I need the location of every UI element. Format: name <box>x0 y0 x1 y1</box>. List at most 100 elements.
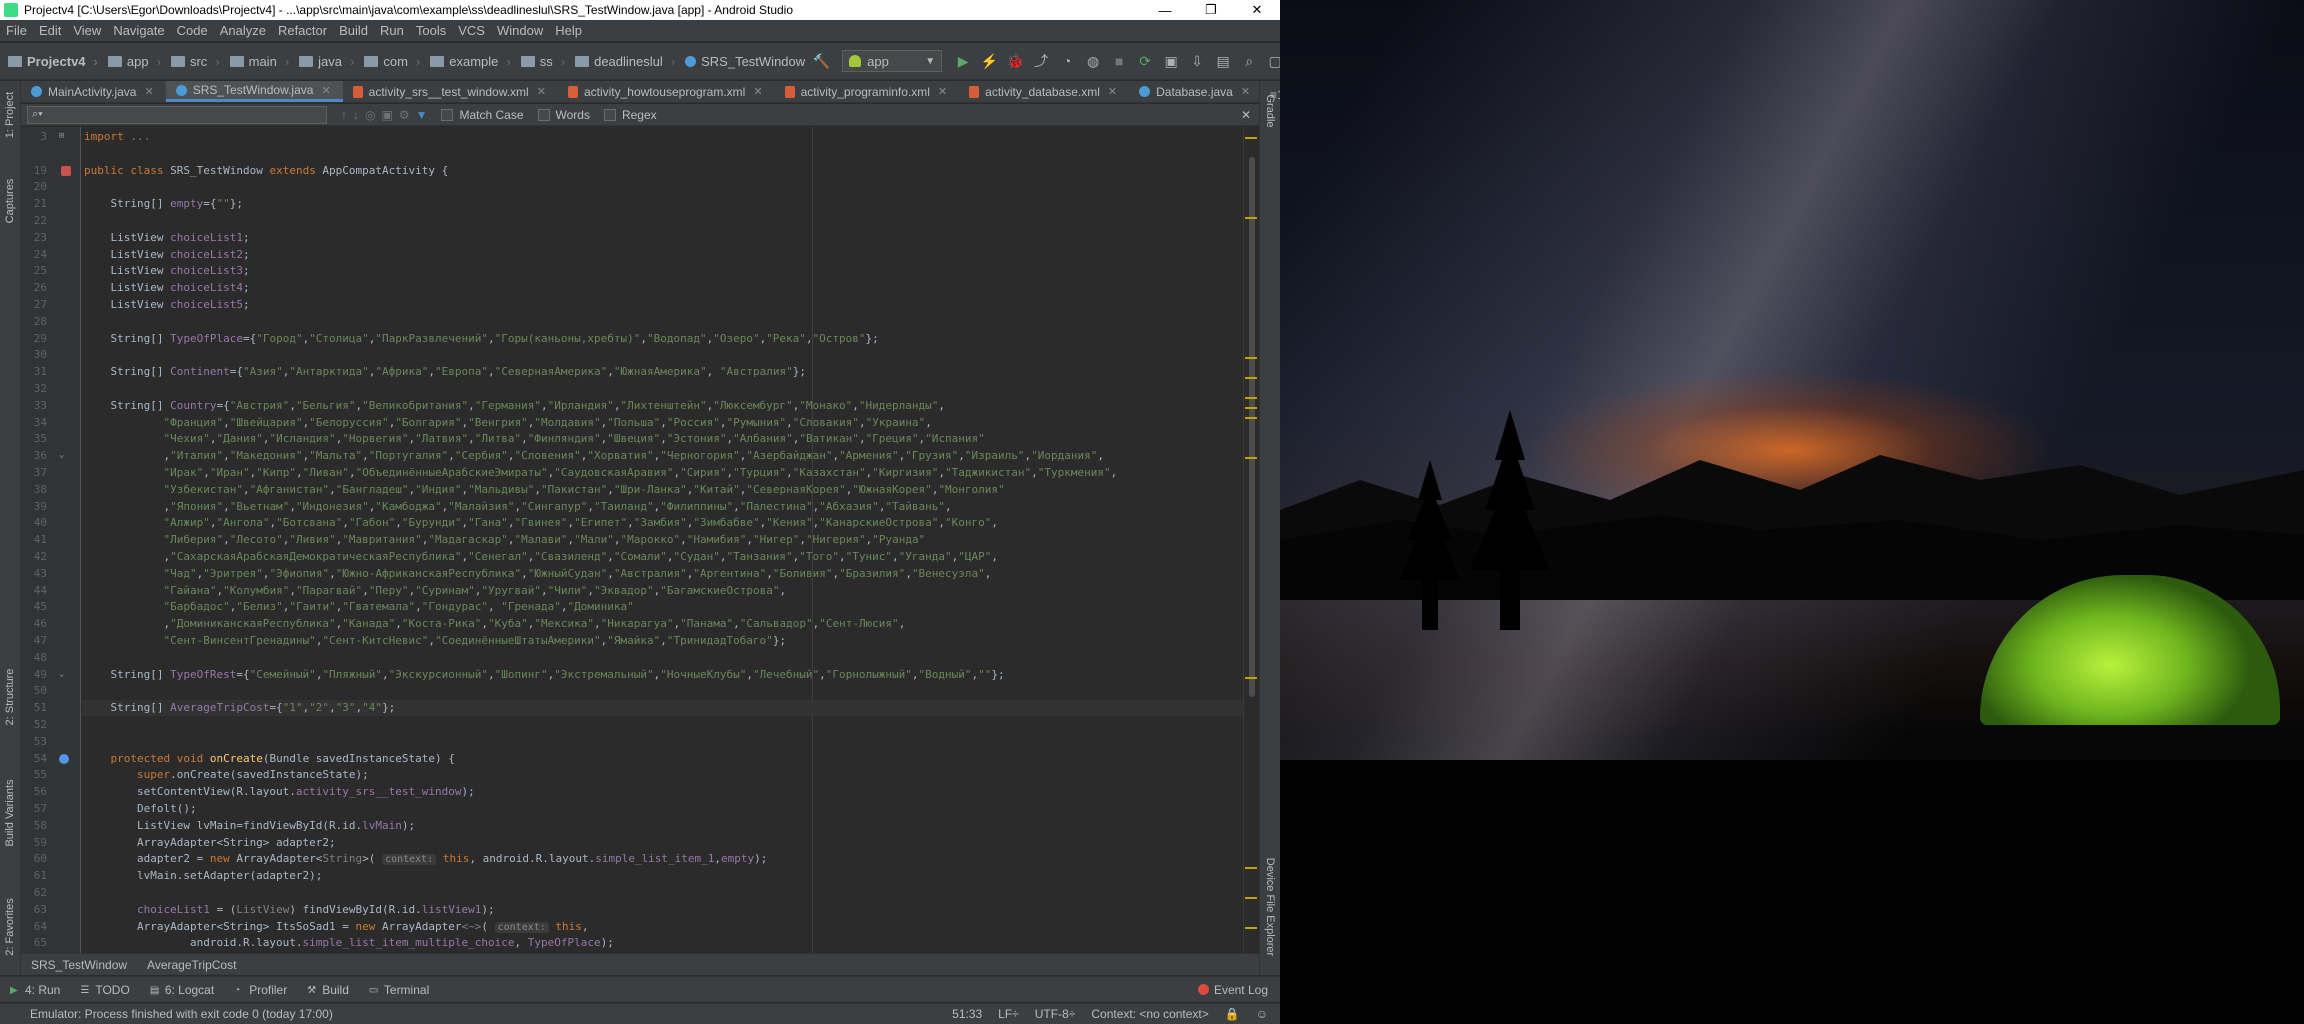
code-line[interactable]: "Барбадос","Белиз","Гаити","Гватемала","… <box>84 599 633 615</box>
stop-icon[interactable]: ■ <box>1108 50 1130 72</box>
code-line[interactable]: ListView choiceList1; <box>84 230 249 246</box>
user-icon[interactable]: ▢ <box>1264 50 1280 72</box>
code-line[interactable]: ,"СахарскаяАрабскаяДемократическаяРеспуб… <box>84 549 998 565</box>
menu-run[interactable]: Run <box>374 23 410 38</box>
project-structure-icon[interactable]: ▤ <box>1212 50 1234 72</box>
code-line[interactable]: "Алжир","Ангола","Ботсвана","Габон","Бур… <box>84 515 998 531</box>
code-line[interactable]: ,"ДоминиканскаяРеспублика","Канада","Кос… <box>84 616 905 632</box>
menu-analyze[interactable]: Analyze <box>214 23 272 38</box>
close-tab-icon[interactable]: ✕ <box>144 85 153 98</box>
code-line[interactable]: String[] AverageTripCost={"1","2","3","4… <box>84 700 395 716</box>
tool-captures[interactable]: Captures <box>0 161 21 241</box>
code-line[interactable]: ArrayAdapter<String> adapter2; <box>84 835 336 851</box>
tab-database[interactable]: Database.java ✕ <box>1129 81 1262 102</box>
code-line[interactable]: String[] Continent={"Азия","Антарктида",… <box>84 364 805 380</box>
line-separator[interactable]: LF÷ <box>998 1007 1019 1021</box>
menu-view[interactable]: View <box>67 23 107 38</box>
editor-scrollbar[interactable] <box>1243 127 1259 953</box>
code-line[interactable]: "Франция","Швейцария","Белоруссия","Болг… <box>84 415 931 431</box>
code-line[interactable]: import ... <box>84 129 150 145</box>
menu-navigate[interactable]: Navigate <box>107 23 170 38</box>
menu-help[interactable]: Help <box>549 23 588 38</box>
code-line[interactable]: ListView lvMain=findViewById(R.id.lvMain… <box>84 818 415 834</box>
select-all-occurrences-icon[interactable]: ▣ <box>381 108 392 122</box>
menu-code[interactable]: Code <box>171 23 214 38</box>
search-input[interactable]: ⌕▾ <box>27 105 327 124</box>
code-line[interactable]: lvMain.setAdapter(adapter2); <box>84 868 322 884</box>
crumb-com[interactable]: com › <box>359 54 425 69</box>
override-gutter-icon[interactable] <box>59 753 69 764</box>
tool-project[interactable]: 1: Project <box>0 81 21 151</box>
build-hammer-icon[interactable]: 🔨 <box>810 50 832 72</box>
words-checkbox[interactable]: Words <box>537 108 590 122</box>
code-line[interactable]: setContentView(R.layout.activity_srs__te… <box>84 784 475 800</box>
code-line[interactable]: ListView choiceList4; <box>84 280 249 296</box>
tool-profiler[interactable]: ◔ Profiler <box>224 983 297 997</box>
tab-activity-howtouseprogram[interactable]: activity_howtouseprogram.xml ✕ <box>558 81 775 102</box>
warning-marker[interactable] <box>1245 417 1257 419</box>
code-line[interactable]: "Либерия","Лесото","Ливия","Мавритания",… <box>84 532 925 548</box>
run-configuration-select[interactable]: app ▼ <box>842 50 943 72</box>
crumb-class[interactable]: SRS_TestWindow <box>680 54 810 69</box>
close-tab-icon[interactable]: ✕ <box>753 85 762 98</box>
warning-marker[interactable] <box>1245 217 1257 219</box>
close-tab-icon[interactable]: ✕ <box>537 85 546 98</box>
tool-event-log[interactable]: Event Log <box>1197 983 1280 997</box>
tool-structure[interactable]: 2: Structure <box>0 651 21 741</box>
sdk-manager-icon[interactable]: ⇩ <box>1186 50 1208 72</box>
tab-activity-programinfo[interactable]: activity_programinfo.xml ✕ <box>775 81 960 102</box>
tool-run[interactable]: ▶ 4: Run <box>0 983 70 997</box>
menu-edit[interactable]: Edit <box>33 23 67 38</box>
tool-terminal[interactable]: ▭ Terminal <box>359 983 439 997</box>
warning-marker[interactable] <box>1245 897 1257 899</box>
editor-crumb-class[interactable]: SRS_TestWindow <box>21 958 137 972</box>
inspection-icon[interactable]: ☺ <box>1256 1007 1268 1021</box>
tool-favorites[interactable]: 2: Favorites <box>0 881 21 971</box>
code-line[interactable]: "Узбекистан","Афганистан","Бангладеш","И… <box>84 482 1004 498</box>
profile-icon[interactable]: ◔ <box>1056 50 1078 72</box>
run-icon[interactable]: ▶ <box>952 50 974 72</box>
code-line[interactable]: ArrayAdapter<String> ItsSoSad1 = new Arr… <box>84 919 589 935</box>
menu-file[interactable]: File <box>0 23 33 38</box>
menu-refactor[interactable]: Refactor <box>272 23 333 38</box>
caret-position[interactable]: 51:33 <box>952 1007 982 1021</box>
lock-icon[interactable]: 🔒 <box>1225 1007 1240 1021</box>
minimize-button[interactable]: — <box>1142 0 1188 20</box>
next-occurrence-icon[interactable]: ↓ <box>353 108 359 122</box>
close-tab-icon[interactable]: ✕ <box>321 84 330 97</box>
code-line[interactable]: ListView choiceList2; <box>84 247 249 263</box>
close-icon[interactable]: ✕ <box>1241 108 1259 122</box>
code-line[interactable]: String[] Country={"Австрия","Бельгия","В… <box>84 398 945 414</box>
code-editor[interactable]: 3 import ... ⊞ 19 public class SRS_TestWindo… <box>21 127 1259 953</box>
find-all-icon[interactable]: ◎ <box>365 108 375 122</box>
warning-marker[interactable] <box>1245 137 1257 139</box>
match-case-checkbox[interactable]: Match Case <box>441 108 524 122</box>
menu-window[interactable]: Window <box>491 23 549 38</box>
warning-marker[interactable] <box>1245 457 1257 459</box>
previous-occurrence-icon[interactable]: ↑ <box>341 108 347 122</box>
code-line[interactable]: public class SRS_TestWindow extends AppC… <box>84 163 448 179</box>
warning-marker[interactable] <box>1245 867 1257 869</box>
warning-marker[interactable] <box>1245 397 1257 399</box>
crumb-src[interactable]: src › <box>166 54 225 69</box>
tool-device-file-explorer[interactable]: Device File Explorer <box>1260 841 1280 971</box>
file-encoding[interactable]: UTF-8÷ <box>1035 1007 1076 1021</box>
code-line[interactable]: "Сент-ВинсентГренадины","Сент-КитсНевис"… <box>84 633 786 649</box>
code-line[interactable]: Defolt(); <box>84 801 197 817</box>
warning-marker[interactable] <box>1245 677 1257 679</box>
close-tab-icon[interactable]: ✕ <box>1241 85 1250 98</box>
tabs-overflow-button[interactable]: ≡1 <box>1262 88 1280 102</box>
warning-marker[interactable] <box>1245 407 1257 409</box>
search-icon[interactable]: ⌕ <box>1238 50 1260 72</box>
scroll-thumb[interactable] <box>1249 157 1255 697</box>
code-line[interactable]: protected void onCreate(Bundle savedInst… <box>84 751 455 767</box>
code-line[interactable]: choiceList1 = (ListView) findViewById(R.… <box>84 902 495 918</box>
close-button[interactable]: ✕ <box>1234 0 1280 20</box>
tab-mainactivity[interactable]: MainActivity.java ✕ <box>21 81 166 102</box>
code-line[interactable]: ,"Италия","Македония","Мальта","Португал… <box>84 448 1104 464</box>
fold-icon[interactable]: ⌄ <box>59 450 64 460</box>
close-tab-icon[interactable]: ✕ <box>1108 85 1117 98</box>
code-line[interactable]: ListView choiceList5; <box>84 297 249 313</box>
crumb-app[interactable]: app › <box>103 54 166 69</box>
tab-activity-srs-test-window[interactable]: activity_srs__test_window.xml ✕ <box>343 81 558 102</box>
